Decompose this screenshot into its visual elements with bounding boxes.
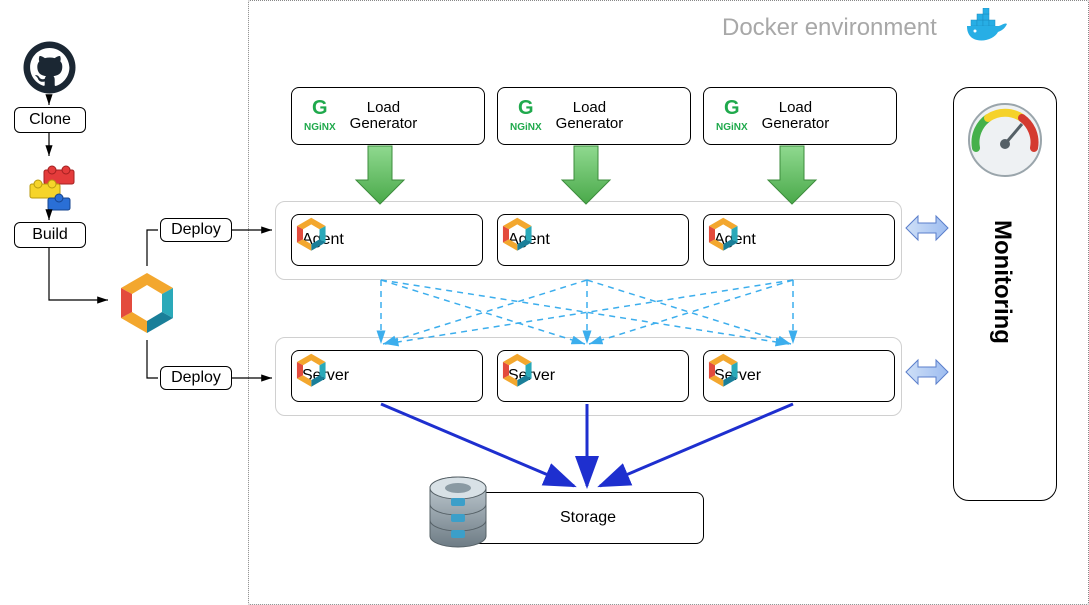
server-2: Server: [703, 350, 895, 402]
server-0: Server: [291, 350, 483, 402]
server-label-0: Server: [302, 367, 349, 385]
deploy-agent-box: Deploy: [160, 218, 232, 242]
docker-environment-label: Docker environment: [722, 14, 937, 42]
server-label-2: Server: [714, 367, 761, 385]
load-gen-label-2: LoadGenerator: [762, 100, 830, 133]
nginx-logo-0: GNGiNX: [304, 100, 336, 132]
storage-box: Storage: [472, 492, 704, 544]
agent-label-2: Agent: [714, 231, 756, 249]
server-label-1: Server: [508, 367, 555, 385]
nginx-logo-2: GNGiNX: [716, 100, 748, 132]
agent-label-0: Agent: [302, 231, 344, 249]
agent-2: Agent: [703, 214, 895, 266]
load-generator-2: GNGiNX LoadGenerator: [703, 87, 897, 145]
load-gen-label-1: LoadGenerator: [556, 100, 624, 133]
server-1: Server: [497, 350, 689, 402]
clone-box: Clone: [14, 107, 86, 133]
nginx-logo-1: GNGiNX: [510, 100, 542, 132]
load-generator-1: GNGiNX LoadGenerator: [497, 87, 691, 145]
agent-label-1: Agent: [508, 231, 550, 249]
agent-1: Agent: [497, 214, 689, 266]
github-icon: [22, 40, 77, 95]
agent-0: Agent: [291, 214, 483, 266]
build-box: Build: [14, 222, 86, 248]
load-gen-label-0: LoadGenerator: [350, 100, 418, 133]
monitoring-label: Monitoring: [988, 220, 1016, 344]
hexagon-logo-large: [112, 268, 182, 338]
diagram-stage: Docker environment Clone: [0, 0, 1089, 605]
load-generator-0: GNGiNX LoadGenerator: [291, 87, 485, 145]
deploy-server-box: Deploy: [160, 366, 232, 390]
bricks-icon: [24, 158, 80, 214]
